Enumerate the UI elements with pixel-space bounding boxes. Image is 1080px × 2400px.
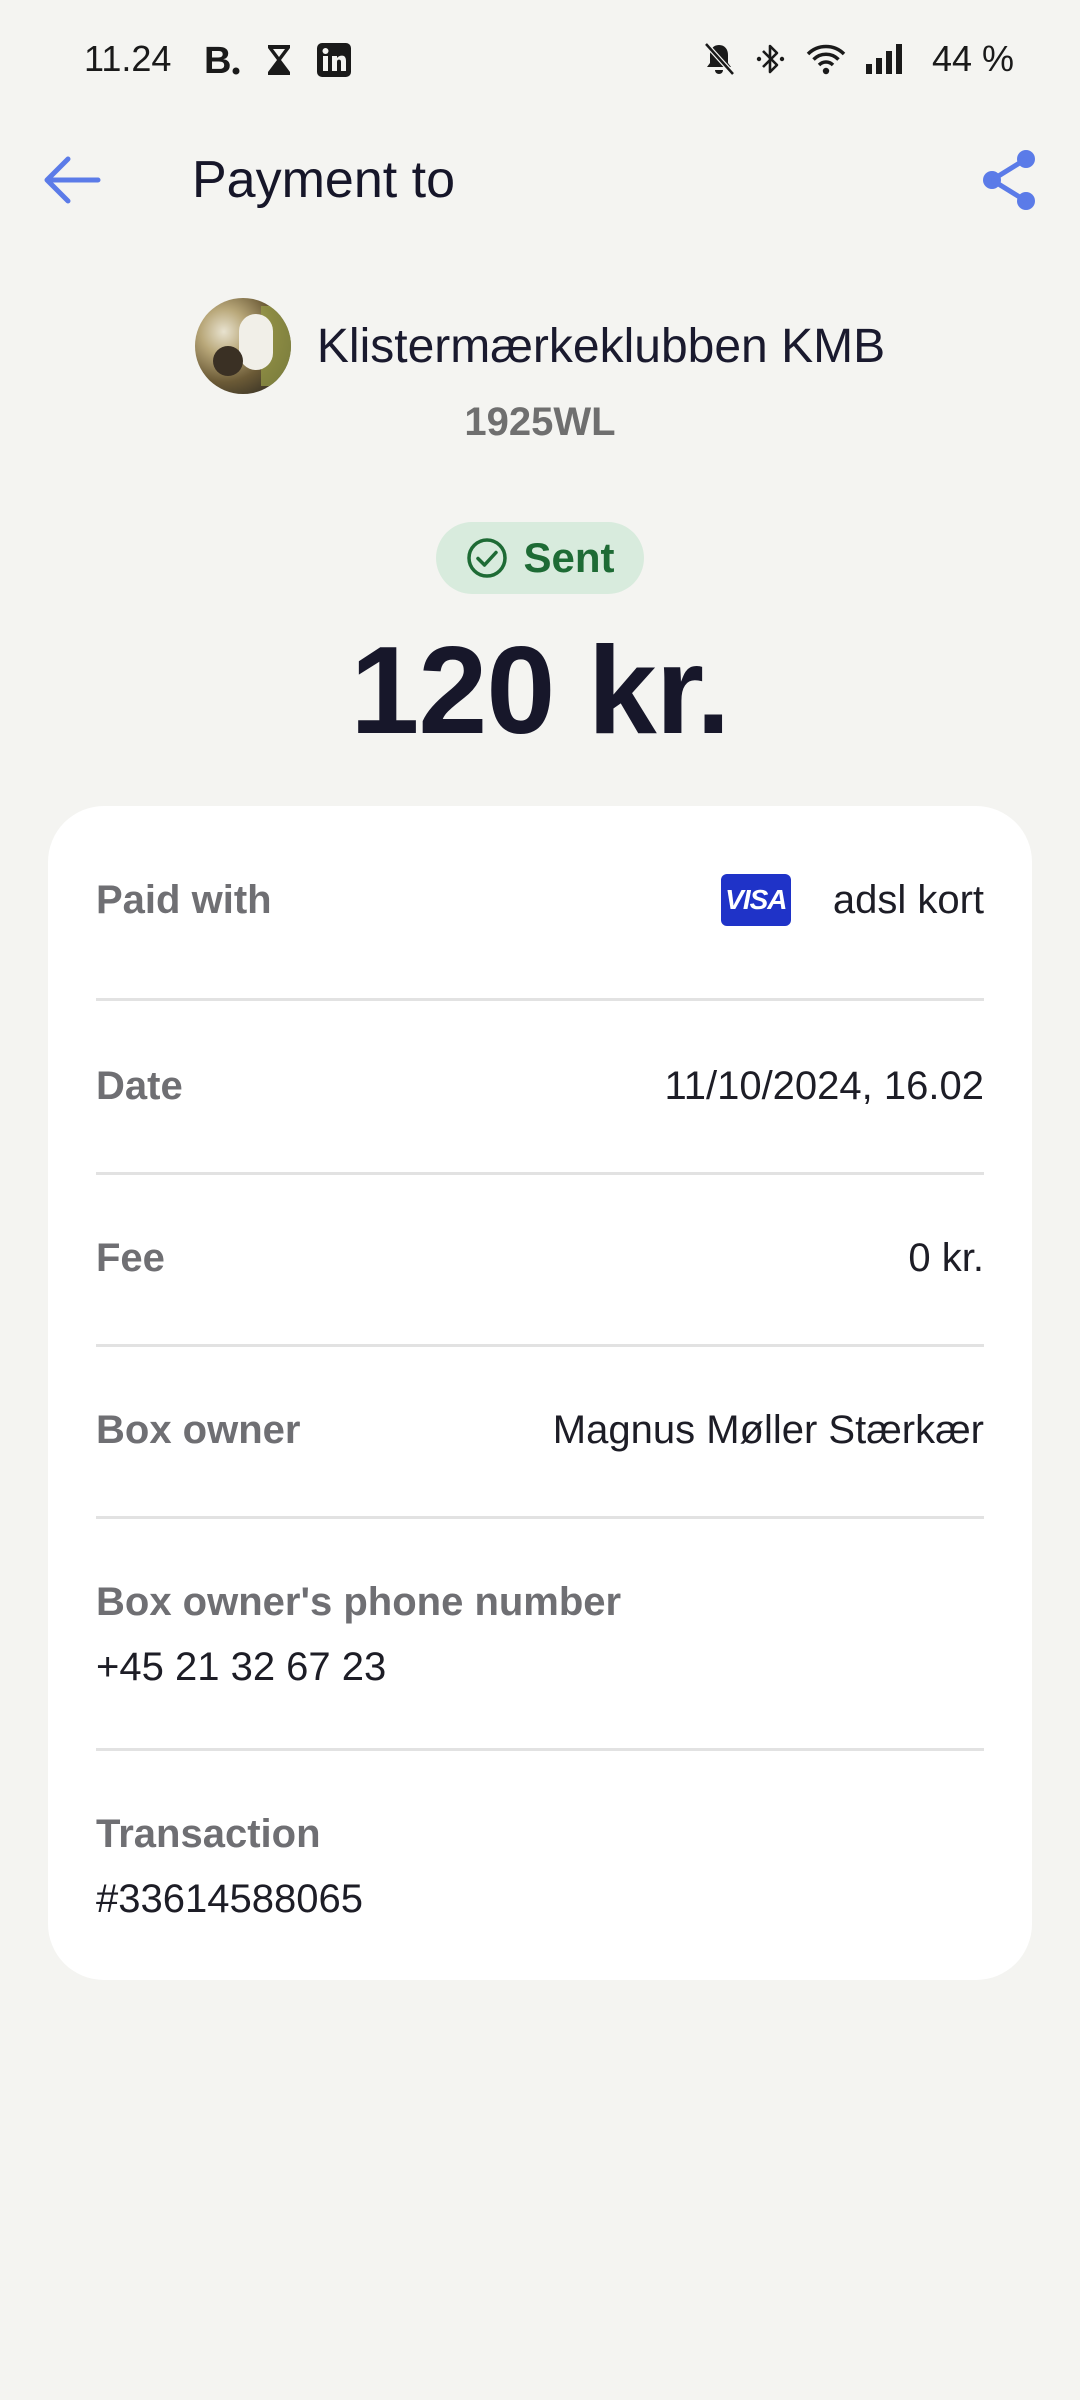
card-name: adsl kort [832, 877, 984, 922]
status-label: Sent [523, 534, 615, 581]
divider [96, 1344, 984, 1347]
status-time: 11.24 [84, 38, 172, 79]
visa-card-icon: VISA [720, 874, 791, 926]
merchant-avatar [194, 298, 291, 394]
phone-row: Box owner's phone number +45 21 32 67 23 [96, 1580, 984, 1690]
bluetooth-icon [754, 39, 788, 79]
paid-with-label: Paid with [96, 877, 272, 922]
fee-row: Fee 0 kr. [96, 1236, 984, 1281]
battery-level: 44 % [931, 38, 1014, 79]
paid-with-row: Paid with VISA adsl kort [96, 874, 984, 926]
divider [96, 998, 984, 1001]
svg-text:B: B [204, 40, 231, 80]
merchant-code: 1925WL [464, 400, 616, 444]
bell-off-icon [702, 39, 736, 79]
wifi-icon [806, 39, 846, 79]
booking-b-icon: B [204, 40, 242, 80]
box-owner-row: Box owner Magnus Møller Stærkær [96, 1408, 984, 1453]
transaction-label: Transaction [96, 1812, 321, 1856]
divider [96, 1748, 984, 1751]
system-icons: 44 % [702, 38, 1014, 80]
share-button[interactable] [976, 146, 1044, 214]
divider [96, 1172, 984, 1175]
date-row: Date 11/10/2024, 16.02 [96, 1064, 984, 1109]
fee-value: 0 kr. [908, 1236, 984, 1280]
notification-icons: B [204, 40, 352, 80]
phone-label: Box owner's phone number [96, 1580, 622, 1624]
app-bar: Payment to [0, 130, 1080, 230]
transaction-row: Transaction #33614588065 [96, 1812, 984, 1922]
arrow-left-icon [44, 156, 101, 204]
payment-details-card: Paid with VISA adsl kort Date 11/10/2024… [48, 806, 1032, 1980]
phone-value: +45 21 32 67 23 [96, 1645, 387, 1689]
fee-label: Fee [96, 1236, 165, 1280]
merchant-header: Klistermærkeklubben KMB [0, 298, 1080, 394]
date-value: 11/10/2024, 16.02 [664, 1064, 984, 1108]
linkedin-icon [316, 40, 352, 80]
signal-icon [864, 39, 908, 79]
hourglass-icon [264, 40, 294, 80]
merchant-name: Klistermærkeklubben KMB [316, 319, 886, 373]
payment-amount: 120 kr. [350, 622, 730, 760]
date-label: Date [96, 1064, 183, 1108]
page-title: Payment to [192, 151, 456, 209]
box-owner-value: Magnus Møller Stærkær [552, 1408, 984, 1452]
share-icon [983, 150, 1035, 210]
status-badge: Sent [436, 522, 644, 594]
back-button[interactable] [36, 150, 108, 210]
check-circle-icon [467, 538, 508, 578]
divider [96, 1516, 984, 1519]
paid-with-value: VISA adsl kort [720, 874, 984, 926]
box-owner-label: Box owner [96, 1408, 301, 1452]
status-bar: 11.24 B 44 % [0, 0, 1080, 124]
transaction-id: #33614588065 [96, 1877, 363, 1921]
